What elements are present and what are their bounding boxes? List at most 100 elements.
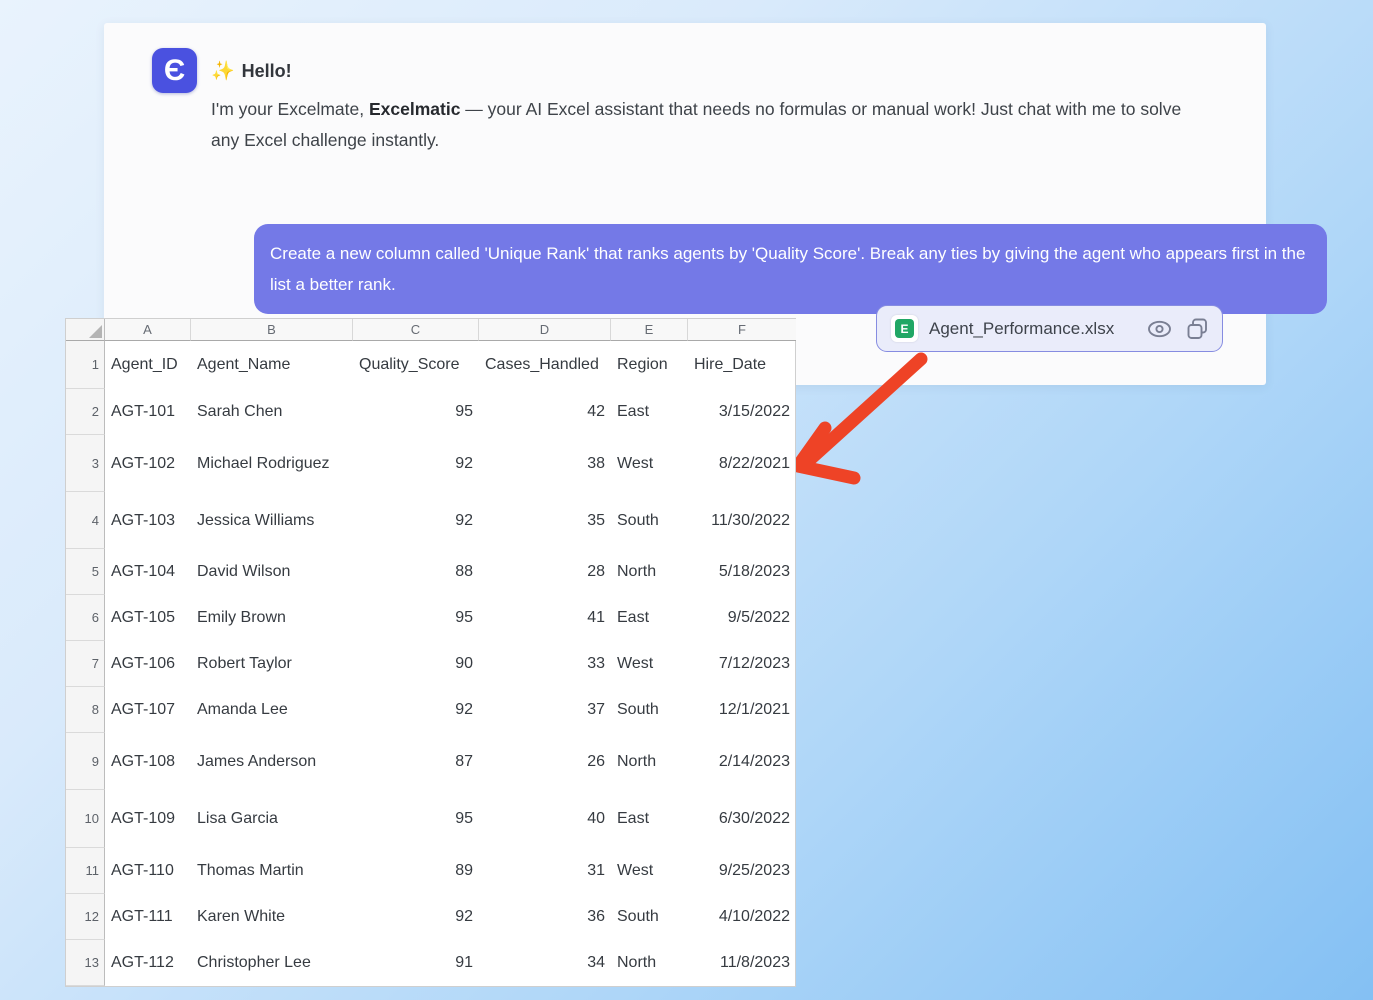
- data-cell[interactable]: South: [611, 894, 688, 940]
- data-cell[interactable]: AGT-111: [105, 894, 191, 940]
- data-cell[interactable]: 95: [353, 790, 479, 848]
- data-cell[interactable]: Michael Rodriguez: [191, 435, 353, 492]
- row-number[interactable]: 13: [66, 940, 105, 986]
- data-cell[interactable]: 8/22/2021: [688, 435, 796, 492]
- data-cell[interactable]: AGT-104: [105, 549, 191, 595]
- data-cell[interactable]: 41: [479, 595, 611, 641]
- data-cell[interactable]: Lisa Garcia: [191, 790, 353, 848]
- data-cell[interactable]: 91: [353, 940, 479, 986]
- data-cell[interactable]: East: [611, 595, 688, 641]
- data-cell[interactable]: North: [611, 940, 688, 986]
- data-cell[interactable]: AGT-112: [105, 940, 191, 986]
- column-letter-F[interactable]: F: [688, 319, 796, 341]
- data-cell[interactable]: East: [611, 389, 688, 435]
- row-number[interactable]: 9: [66, 733, 105, 790]
- data-cell[interactable]: 11/30/2022: [688, 492, 796, 549]
- column-letter-C[interactable]: C: [353, 319, 479, 341]
- data-cell[interactable]: Emily Brown: [191, 595, 353, 641]
- data-cell[interactable]: Karen White: [191, 894, 353, 940]
- data-cell[interactable]: 4/10/2022: [688, 894, 796, 940]
- row-number[interactable]: 12: [66, 894, 105, 940]
- data-cell[interactable]: West: [611, 435, 688, 492]
- data-cell[interactable]: David Wilson: [191, 549, 353, 595]
- data-cell[interactable]: 92: [353, 687, 479, 733]
- data-cell[interactable]: West: [611, 848, 688, 894]
- data-cell[interactable]: AGT-107: [105, 687, 191, 733]
- row-number[interactable]: 6: [66, 595, 105, 641]
- row-number[interactable]: 3: [66, 435, 105, 492]
- data-cell[interactable]: 9/5/2022: [688, 595, 796, 641]
- data-cell[interactable]: 92: [353, 435, 479, 492]
- column-letter-E[interactable]: E: [611, 319, 688, 341]
- row-number[interactable]: 1: [66, 341, 105, 389]
- data-cell[interactable]: 88: [353, 549, 479, 595]
- data-cell[interactable]: 37: [479, 687, 611, 733]
- data-cell[interactable]: 26: [479, 733, 611, 790]
- data-cell[interactable]: Christopher Lee: [191, 940, 353, 986]
- data-cell[interactable]: Thomas Martin: [191, 848, 353, 894]
- row-number[interactable]: 5: [66, 549, 105, 595]
- data-cell[interactable]: AGT-110: [105, 848, 191, 894]
- data-cell[interactable]: 33: [479, 641, 611, 687]
- column-header-cell[interactable]: Agent_Name: [191, 341, 353, 389]
- data-cell[interactable]: 40: [479, 790, 611, 848]
- column-letter-A[interactable]: A: [105, 319, 191, 341]
- column-header-cell[interactable]: Quality_Score: [353, 341, 479, 389]
- row-number[interactable]: 10: [66, 790, 105, 848]
- data-cell[interactable]: AGT-108: [105, 733, 191, 790]
- data-cell[interactable]: 2/14/2023: [688, 733, 796, 790]
- data-cell[interactable]: Sarah Chen: [191, 389, 353, 435]
- data-cell[interactable]: AGT-102: [105, 435, 191, 492]
- data-cell[interactable]: Amanda Lee: [191, 687, 353, 733]
- data-cell[interactable]: South: [611, 687, 688, 733]
- data-cell[interactable]: 5/18/2023: [688, 549, 796, 595]
- data-cell[interactable]: 28: [479, 549, 611, 595]
- data-cell[interactable]: 34: [479, 940, 611, 986]
- column-header-cell[interactable]: Cases_Handled: [479, 341, 611, 389]
- data-cell[interactable]: 95: [353, 389, 479, 435]
- data-cell[interactable]: 12/1/2021: [688, 687, 796, 733]
- data-cell[interactable]: AGT-109: [105, 790, 191, 848]
- data-cell[interactable]: AGT-101: [105, 389, 191, 435]
- select-all-corner[interactable]: [66, 319, 105, 341]
- data-cell[interactable]: 11/8/2023: [688, 940, 796, 986]
- row-number[interactable]: 2: [66, 389, 105, 435]
- data-cell[interactable]: 6/30/2022: [688, 790, 796, 848]
- data-cell[interactable]: 90: [353, 641, 479, 687]
- data-cell[interactable]: Robert Taylor: [191, 641, 353, 687]
- data-cell[interactable]: North: [611, 549, 688, 595]
- data-cell[interactable]: 92: [353, 894, 479, 940]
- copy-icon[interactable]: [1187, 318, 1208, 340]
- data-cell[interactable]: 31: [479, 848, 611, 894]
- data-cell[interactable]: AGT-105: [105, 595, 191, 641]
- column-header-cell[interactable]: Region: [611, 341, 688, 389]
- data-cell[interactable]: West: [611, 641, 688, 687]
- data-cell[interactable]: 89: [353, 848, 479, 894]
- row-number[interactable]: 7: [66, 641, 105, 687]
- data-cell[interactable]: 42: [479, 389, 611, 435]
- row-number[interactable]: 8: [66, 687, 105, 733]
- data-cell[interactable]: 92: [353, 492, 479, 549]
- data-cell[interactable]: 87: [353, 733, 479, 790]
- file-chip[interactable]: E Agent_Performance.xlsx: [876, 305, 1223, 352]
- data-cell[interactable]: 95: [353, 595, 479, 641]
- column-letter-B[interactable]: B: [191, 319, 353, 341]
- column-header-cell[interactable]: Agent_ID: [105, 341, 191, 389]
- data-cell[interactable]: AGT-106: [105, 641, 191, 687]
- row-number[interactable]: 11: [66, 848, 105, 894]
- data-cell[interactable]: 3/15/2022: [688, 389, 796, 435]
- data-cell[interactable]: Jessica Williams: [191, 492, 353, 549]
- data-cell[interactable]: AGT-103: [105, 492, 191, 549]
- column-letter-D[interactable]: D: [479, 319, 611, 341]
- data-cell[interactable]: James Anderson: [191, 733, 353, 790]
- data-cell[interactable]: 38: [479, 435, 611, 492]
- data-cell[interactable]: East: [611, 790, 688, 848]
- row-number[interactable]: 4: [66, 492, 105, 549]
- data-cell[interactable]: 7/12/2023: [688, 641, 796, 687]
- eye-icon[interactable]: [1147, 319, 1172, 339]
- column-header-cell[interactable]: Hire_Date: [688, 341, 796, 389]
- data-cell[interactable]: South: [611, 492, 688, 549]
- data-cell[interactable]: 36: [479, 894, 611, 940]
- data-cell[interactable]: North: [611, 733, 688, 790]
- data-cell[interactable]: 35: [479, 492, 611, 549]
